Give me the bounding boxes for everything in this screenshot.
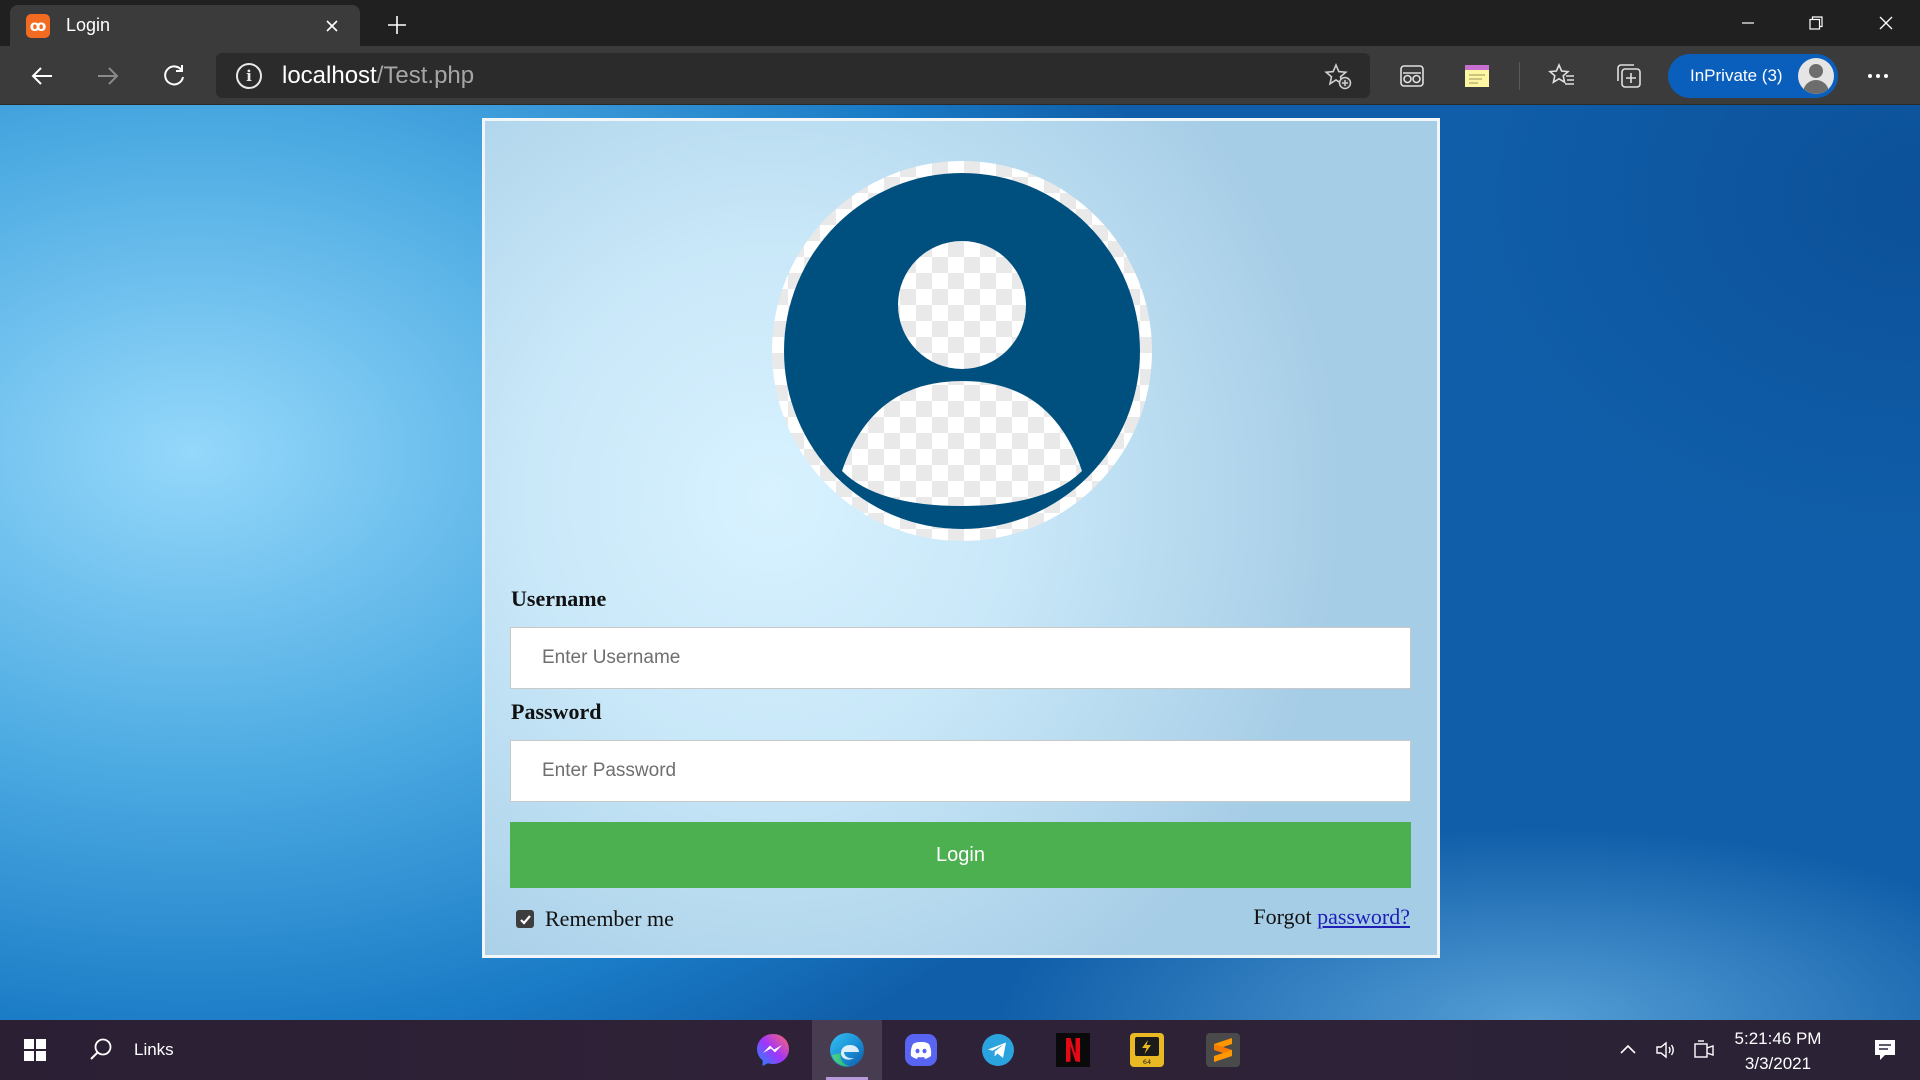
browser-toolbar: i localhost/Test.php InPrivate (3) [0,46,1920,105]
taskbar-x64dbg[interactable]: 64 [1112,1020,1182,1080]
refresh-icon [164,65,184,86]
user-avatar-image [772,161,1152,541]
remember-me-label: Remember me [545,906,674,931]
tab-login[interactable]: ꝏ Login [10,5,360,46]
forward-button[interactable] [88,56,128,96]
taskbar-discord[interactable] [886,1020,956,1080]
back-button[interactable] [22,56,62,96]
arrow-left-icon [31,67,52,85]
login-button[interactable]: Login [510,822,1411,888]
taskbar-sublime-text[interactable] [1188,1020,1258,1080]
page-viewport: Username Password Login Remember me Forg… [0,105,1920,1020]
login-form: Username Password Login Remember me Forg… [482,118,1440,958]
speaker-icon [1656,1041,1674,1059]
taskbar-telegram[interactable] [963,1020,1033,1080]
favorites-icon [1548,62,1574,85]
star-add-icon [1324,62,1352,90]
messenger-icon [757,1034,789,1066]
windows-logo-icon [24,1039,46,1061]
forgot-password-text: Forgot password? [1253,904,1410,930]
inprivate-label: InPrivate (3) [1690,66,1783,85]
minimize-icon [1742,22,1754,24]
refresh-button[interactable] [154,56,194,96]
plus-icon [388,16,406,34]
taskbar-netflix[interactable] [1038,1020,1108,1080]
address-bar[interactable]: i localhost/Test.php [216,53,1370,98]
inprivate-profile-button[interactable]: InPrivate (3) [1668,54,1838,98]
netflix-icon [1056,1033,1090,1067]
tab-close-button[interactable] [318,12,346,40]
project-display-button[interactable] [1686,1020,1722,1080]
svg-text:64: 64 [1143,1058,1151,1066]
restore-icon [1809,16,1823,30]
incognito-glasses-icon [1400,65,1424,87]
clock-date: 3/3/2021 [1744,1054,1812,1073]
search-icon [90,1038,112,1060]
remember-me-row: Remember me [516,906,674,932]
clock-time: 5:21:46 PM [1734,1029,1822,1048]
restore-button[interactable] [1782,0,1850,46]
volume-button[interactable] [1648,1020,1684,1080]
minimize-button[interactable] [1714,0,1782,46]
collections-icon [1617,64,1641,88]
username-label: Username [511,586,607,611]
links-label: Links [134,1040,174,1059]
checkmark-icon [519,914,531,925]
extension-button[interactable] [1459,58,1495,94]
discord-icon [905,1034,937,1066]
forgot-password-link[interactable]: password? [1317,904,1410,929]
action-center-button[interactable] [1850,1020,1920,1080]
address-host: localhost [282,61,377,89]
user-avatar-icon [772,161,1152,541]
settings-more-button[interactable] [1860,58,1896,94]
notification-icon [1875,1040,1895,1060]
edge-icon [830,1033,864,1067]
show-hidden-icons-button[interactable] [1610,1020,1646,1080]
profile-avatar-icon [1798,58,1834,94]
x64dbg-icon: 64 [1130,1033,1164,1067]
taskbar-messenger[interactable] [738,1020,808,1080]
browser-titlebar: ꝏ Login [0,0,1920,46]
xampp-favicon-icon: ꝏ [26,13,50,38]
tab-title: Login [66,15,111,35]
windows-taskbar: Links 64 5:21:46 PM 3/3/2021 [0,1020,1920,1080]
close-window-button[interactable] [1852,0,1920,46]
forgot-prefix: Forgot [1253,904,1312,929]
password-label: Password [511,699,602,724]
address-path: /Test.php [376,61,475,89]
arrow-right-icon [98,67,119,85]
remember-me-checkbox[interactable] [516,910,534,928]
password-input[interactable] [510,740,1411,802]
more-dots-icon [1868,74,1888,78]
system-clock[interactable]: 5:21:46 PM 3/3/2021 [1728,1026,1828,1076]
display-project-icon [1694,1040,1714,1058]
start-button[interactable] [0,1020,70,1080]
favorites-button[interactable] [1544,58,1580,94]
toolbar-separator [1519,62,1520,90]
extension-notes-icon [1465,65,1489,87]
taskbar-search-button[interactable]: Links [88,1020,198,1080]
immersive-reader-button[interactable] [1394,58,1430,94]
taskbar-edge[interactable] [812,1020,882,1080]
collections-button[interactable] [1611,58,1647,94]
telegram-icon [982,1034,1014,1066]
new-tab-button[interactable] [380,8,414,42]
username-input[interactable] [510,627,1411,689]
info-icon[interactable]: i [236,62,262,89]
close-icon [326,19,338,32]
close-icon [1879,16,1893,30]
sublime-text-icon [1206,1033,1240,1067]
add-favorite-button[interactable] [1324,62,1352,90]
chevron-up-icon [1620,1044,1636,1054]
